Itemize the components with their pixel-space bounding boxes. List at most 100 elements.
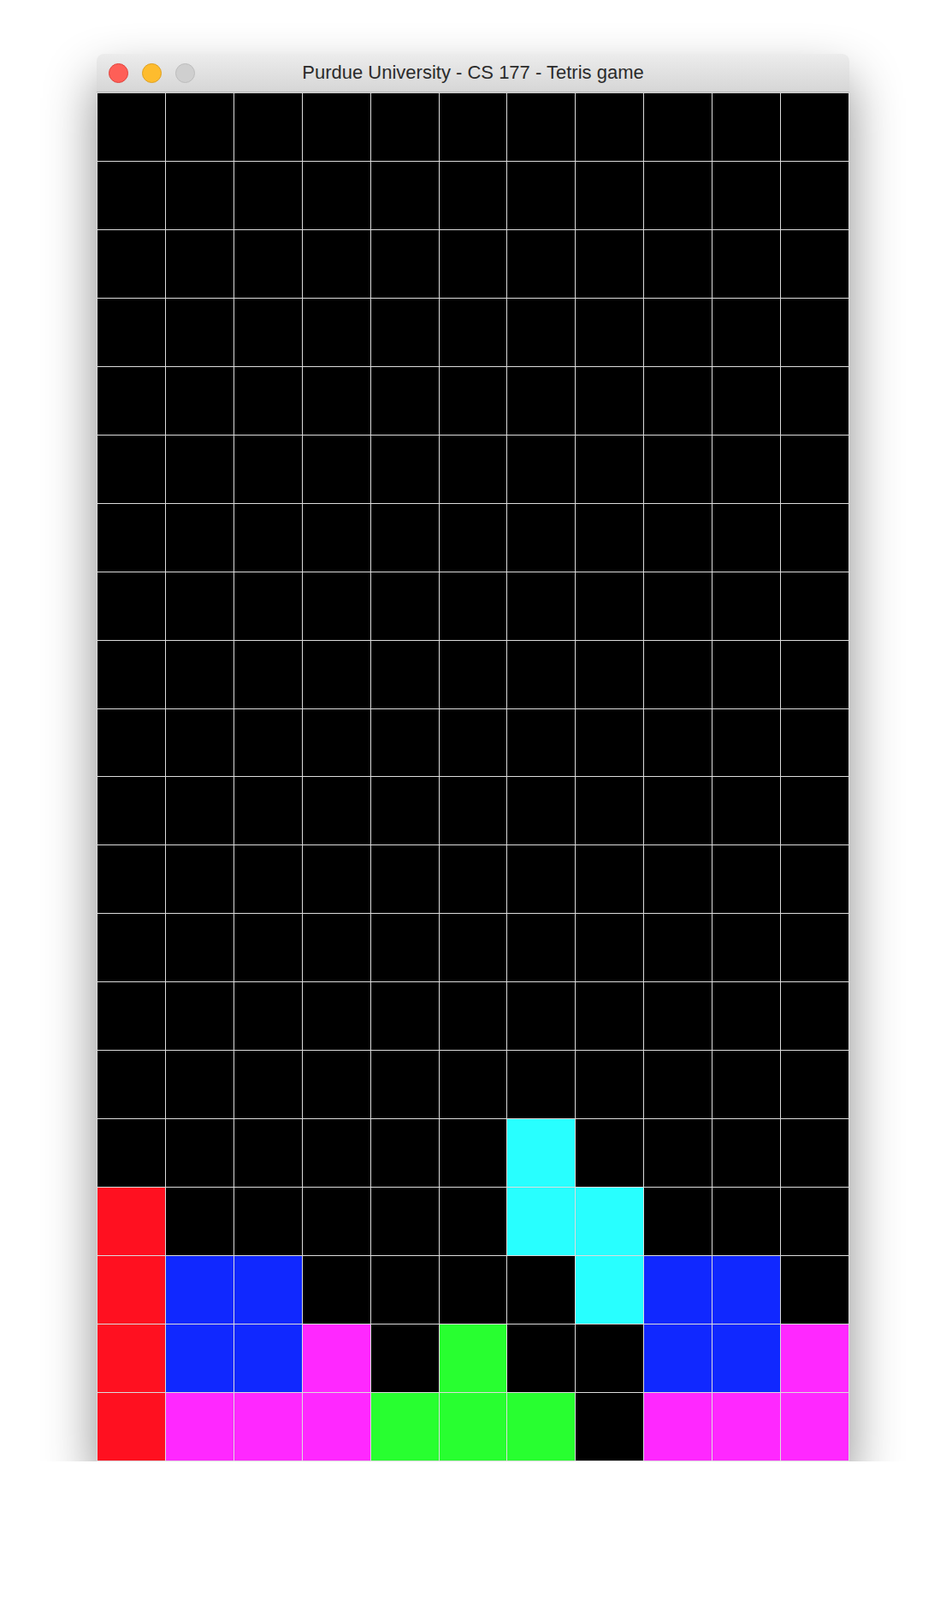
board-cell [507, 503, 575, 572]
title-bar: Purdue University - CS 177 - Tetris game [96, 53, 850, 93]
board-cell [644, 93, 712, 161]
board-cell [507, 298, 575, 367]
board-cell [712, 845, 781, 913]
board-cell [575, 572, 644, 640]
board-cell [644, 435, 712, 503]
board-cell [575, 161, 644, 230]
board-cell [371, 93, 439, 161]
board-cell [507, 981, 575, 1050]
board-cell [575, 640, 644, 709]
board-cell [712, 93, 781, 161]
close-button-icon[interactable] [108, 63, 129, 83]
board-cell [234, 913, 302, 982]
board-cell [644, 366, 712, 435]
board-cell [575, 709, 644, 777]
board-cell [234, 230, 302, 298]
board-cell [234, 1187, 302, 1255]
tetris-board [96, 92, 850, 1461]
board-cell [507, 1050, 575, 1118]
board-cell [165, 1255, 234, 1324]
board-cell [575, 366, 644, 435]
board-cell [780, 435, 849, 503]
board-cell [371, 1050, 439, 1118]
board-cell [439, 93, 508, 161]
board-cell [712, 161, 781, 230]
board-cell [371, 366, 439, 435]
board-cell [234, 709, 302, 777]
board-cell [97, 435, 166, 503]
board-cell [439, 503, 508, 572]
board-cell [712, 298, 781, 367]
board-cell [644, 298, 712, 367]
board-cell [439, 845, 508, 913]
board-cell [165, 981, 234, 1050]
board-cell [439, 1392, 508, 1461]
board-cell [97, 161, 166, 230]
board-cell [575, 1050, 644, 1118]
board-cell [644, 503, 712, 572]
board-cell [439, 1187, 508, 1255]
minimize-button-icon[interactable] [141, 63, 162, 83]
board-cell [371, 1255, 439, 1324]
board-cell [712, 572, 781, 640]
board-cell [507, 93, 575, 161]
board-cell [575, 913, 644, 982]
board-cell [780, 1118, 849, 1187]
board-cell [302, 1050, 371, 1118]
board-cell [234, 435, 302, 503]
board-cell [371, 161, 439, 230]
board-cell [165, 640, 234, 709]
board-cell [712, 366, 781, 435]
board-cell [780, 230, 849, 298]
board-cell [712, 435, 781, 503]
board-cell [439, 366, 508, 435]
board-cell [575, 1118, 644, 1187]
board-cell [302, 230, 371, 298]
board-cell [234, 161, 302, 230]
board-cell [302, 981, 371, 1050]
zoom-button-icon[interactable] [175, 63, 196, 83]
board-cell [234, 298, 302, 367]
board-cell [302, 1324, 371, 1392]
board-cell [165, 1118, 234, 1187]
board-cell [712, 981, 781, 1050]
board-cell [234, 776, 302, 845]
board-cell [712, 1050, 781, 1118]
board-cell [97, 1392, 166, 1461]
board-cell [97, 1255, 166, 1324]
game-window: Purdue University - CS 177 - Tetris game [96, 53, 850, 1461]
board-cell [234, 503, 302, 572]
board-cell [302, 913, 371, 982]
board-cell [780, 298, 849, 367]
board-cell [165, 161, 234, 230]
board-cell [712, 640, 781, 709]
board-cell [371, 1324, 439, 1392]
board-cell [575, 298, 644, 367]
board-cell [234, 981, 302, 1050]
board-cell [644, 640, 712, 709]
board-cell [165, 503, 234, 572]
board-cell [712, 1324, 781, 1392]
board-cell [234, 1118, 302, 1187]
board-cell [165, 1050, 234, 1118]
board-cell [507, 366, 575, 435]
board-cell [97, 93, 166, 161]
board-cell [371, 640, 439, 709]
board-cell [780, 913, 849, 982]
board-cell [644, 776, 712, 845]
board-cell [97, 913, 166, 982]
board-cell [371, 435, 439, 503]
board-cell [371, 913, 439, 982]
board-cell [234, 845, 302, 913]
board-cell [507, 709, 575, 777]
board-cell [507, 1392, 575, 1461]
board-cell [644, 1255, 712, 1324]
board-cell [507, 572, 575, 640]
board-cell [780, 572, 849, 640]
board-cell [575, 1324, 644, 1392]
board-cell [507, 230, 575, 298]
board-cell [234, 640, 302, 709]
board-cell [507, 640, 575, 709]
board-cell [644, 230, 712, 298]
board-cell [507, 1118, 575, 1187]
